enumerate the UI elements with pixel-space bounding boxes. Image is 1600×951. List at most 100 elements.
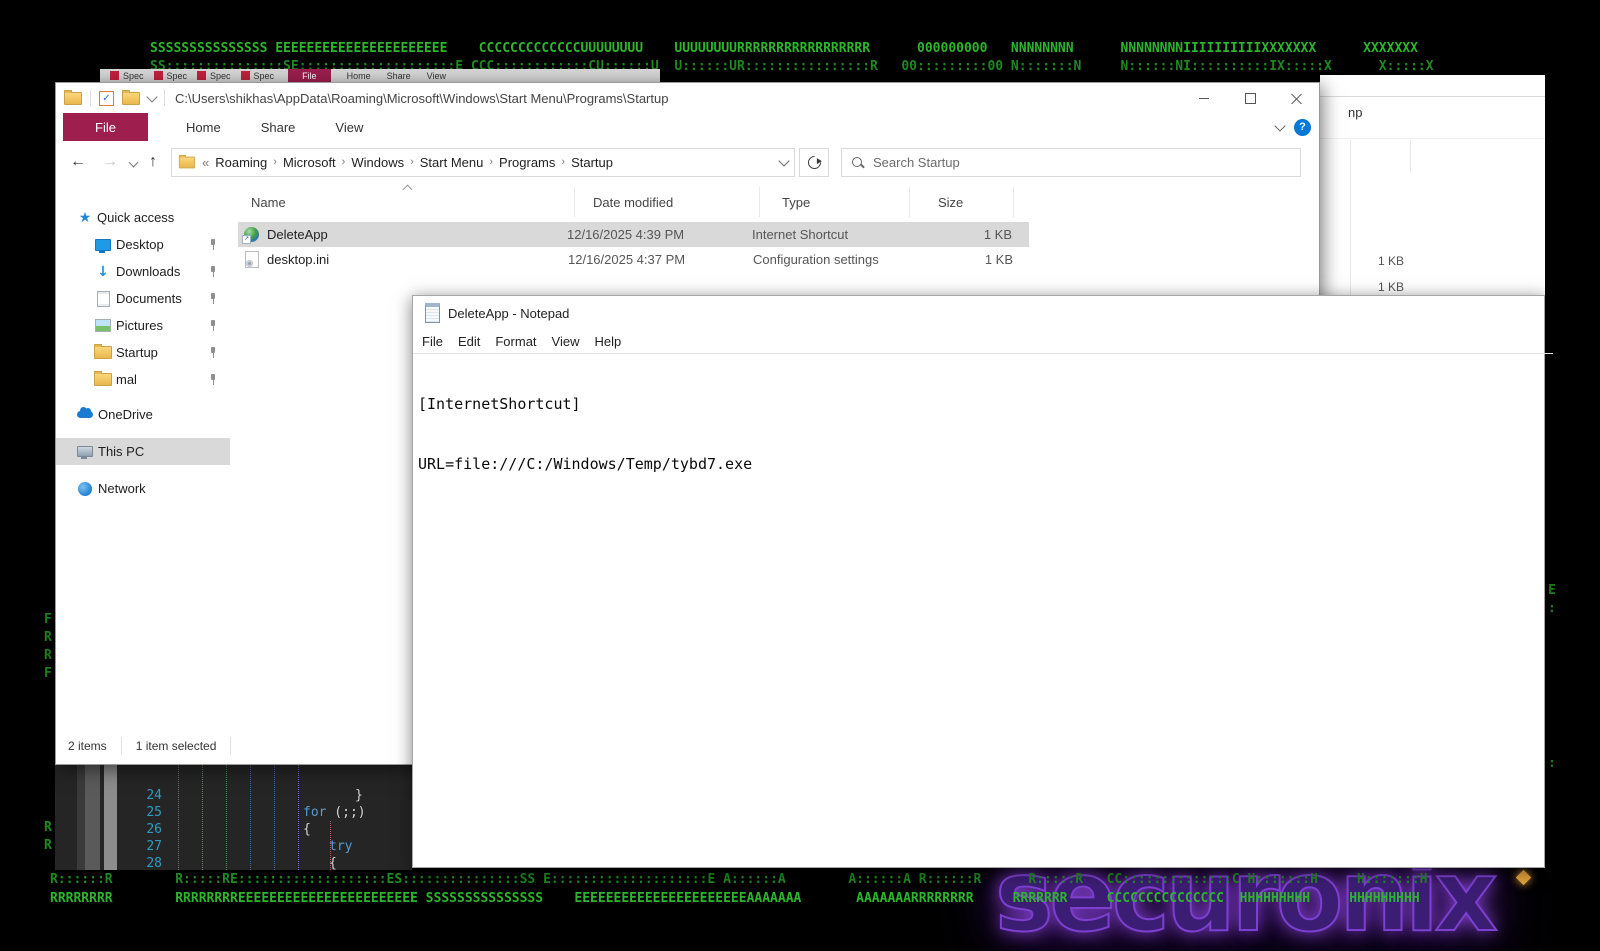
ascii-fragment: R [44, 630, 52, 645]
notepad-window: DeleteApp - Notepad File Edit Format Vie… [412, 295, 1553, 868]
column-divider[interactable] [574, 187, 575, 217]
file-row-deleteapp[interactable]: DeleteApp 12/16/2025 4:39 PM Internet Sh… [238, 222, 1029, 247]
sidebar-item-label: Documents [116, 291, 182, 306]
background-tab[interactable]: Spec [240, 71, 274, 81]
app-icon [110, 71, 119, 80]
folder-icon [178, 154, 196, 168]
tab-view[interactable]: View [315, 113, 383, 141]
divider [120, 737, 122, 755]
maximize-button[interactable] [1227, 83, 1273, 113]
ascii-fragment: F [44, 612, 52, 627]
sidebar-item-startup[interactable]: Startup [56, 339, 230, 366]
notepad-line: URL=file:///C:/Windows/Temp/tybd7.exe [418, 455, 753, 473]
logo-diamond-icon [1515, 869, 1532, 886]
menu-format[interactable]: Format [495, 334, 536, 349]
checkbox-toolbar-icon[interactable]: ✓ [99, 90, 114, 106]
minimize-button[interactable] [1181, 83, 1227, 113]
ascii-fragment: E [1548, 583, 1556, 598]
background-file-tab[interactable]: File [288, 69, 331, 82]
qat-customize-icon[interactable] [146, 90, 158, 103]
status-selection: 1 item selected [135, 739, 217, 753]
divider [1350, 140, 1351, 300]
search-box[interactable] [841, 147, 1301, 177]
folder-icon [94, 371, 112, 386]
breadcrumb-segment[interactable]: Roaming [215, 155, 267, 170]
menu-file[interactable]: File [422, 334, 443, 349]
tab-share[interactable]: Share [241, 113, 316, 141]
column-divider[interactable] [909, 187, 910, 217]
search-input[interactable] [871, 153, 1290, 171]
background-tab[interactable]: Spec [110, 71, 144, 81]
menu-edit[interactable]: Edit [458, 334, 480, 349]
sidebar-item-onedrive[interactable]: OneDrive [56, 401, 230, 428]
background-view-tab[interactable]: View [427, 71, 446, 81]
column-header-date-modified[interactable]: Date modified [593, 187, 753, 217]
address-bar[interactable]: « Roaming › Microsoft › Windows › Start … [171, 147, 795, 177]
ribbon-collapse-icon[interactable] [1274, 119, 1286, 132]
background-share-tab[interactable]: Share [387, 71, 411, 81]
close-button[interactable] [1273, 83, 1319, 113]
address-dropdown-icon[interactable] [778, 154, 790, 167]
file-type: Configuration settings [753, 252, 879, 267]
notepad-titlebar[interactable]: DeleteApp - Notepad [413, 296, 1556, 330]
code-line: 27 { [55, 821, 412, 870]
sidebar-item-pictures[interactable]: Pictures [56, 312, 230, 339]
sidebar-item-downloads[interactable]: ↓ Downloads [56, 258, 230, 285]
breadcrumb-segment[interactable]: Startup [571, 155, 613, 170]
file-name: DeleteApp [267, 227, 328, 242]
minimize-icon [1199, 97, 1209, 99]
refresh-button[interactable] [799, 147, 829, 177]
back-button[interactable]: ← [70, 153, 86, 171]
background-tab[interactable]: Spec [153, 71, 187, 81]
breadcrumb-segment[interactable]: Microsoft [283, 155, 336, 170]
tab-home[interactable]: Home [166, 113, 241, 141]
sidebar-item-documents[interactable]: Documents [56, 285, 230, 312]
breadcrumb-segment[interactable]: Programs [499, 155, 555, 170]
file-size: 1 KB [1377, 254, 1404, 268]
pin-icon [208, 374, 218, 385]
breadcrumb-segment[interactable]: Start Menu [420, 155, 484, 170]
menu-view[interactable]: View [552, 334, 580, 349]
sidebar-item-desktop[interactable]: Desktop [56, 231, 230, 258]
network-icon [78, 481, 92, 496]
column-header-type[interactable]: Type [782, 187, 902, 217]
sidebar-item-label: Desktop [116, 237, 164, 252]
explorer-titlebar[interactable]: ✓ C:\Users\shikhas\AppData\Roaming\Micro… [56, 83, 1319, 113]
ascii-art-bottom-line1: R::::::R R:::::RE:::::::::::::::::::ES::… [50, 872, 1428, 887]
file-date-modified: 12/16/2025 4:39 PM [567, 227, 685, 242]
sidebar-item-this-pc[interactable]: This PC [56, 438, 230, 465]
app-icon [153, 71, 163, 80]
background-tab[interactable]: Spec [197, 71, 231, 81]
file-row-desktop-ini[interactable]: desktop.ini 12/16/2025 4:37 PM Configura… [238, 247, 1029, 272]
recent-locations-icon[interactable] [128, 157, 139, 167]
divider [230, 737, 232, 755]
ascii-fragment: R [44, 648, 52, 663]
file-name: desktop.ini [267, 252, 330, 267]
breadcrumb-separator: › [410, 156, 414, 168]
column-divider[interactable] [759, 187, 760, 217]
divider [1320, 138, 1545, 139]
column-header-name[interactable]: Name [251, 187, 576, 217]
help-icon[interactable]: ? [1294, 118, 1311, 136]
documents-icon [96, 290, 110, 307]
notepad-text-area[interactable]: [InternetShortcut] URL=file:///C:/Window… [413, 354, 1549, 514]
window-title: C:\Users\shikhas\AppData\Roaming\Microso… [175, 90, 669, 106]
refresh-icon [804, 152, 824, 172]
forward-button[interactable]: → [102, 153, 118, 171]
sidebar-item-mal[interactable]: mal [56, 366, 230, 393]
tab-file[interactable]: File [63, 113, 148, 141]
sidebar-item-label: This PC [98, 444, 145, 459]
breadcrumb-separator: › [489, 156, 494, 168]
column-divider[interactable] [1013, 187, 1014, 217]
breadcrumb-separator: › [561, 156, 566, 168]
divider [164, 90, 165, 106]
ascii-art-bottom-line2: RRRRRRRR RRRRRRRREEEEEEEEEEEEEEEEEEEEEEE… [50, 891, 1420, 906]
menu-help[interactable]: Help [594, 334, 621, 349]
column-header-size[interactable]: Size [938, 187, 1008, 217]
sidebar-item-network[interactable]: Network [56, 475, 230, 502]
up-button[interactable]: ↑ [149, 153, 157, 171]
breadcrumb-segment[interactable]: Windows [351, 155, 404, 170]
folder-toolbar-icon[interactable] [122, 89, 140, 105]
background-home-tab[interactable]: Home [347, 71, 371, 81]
sidebar-item-quick-access[interactable]: ★ Quick access [56, 204, 230, 231]
